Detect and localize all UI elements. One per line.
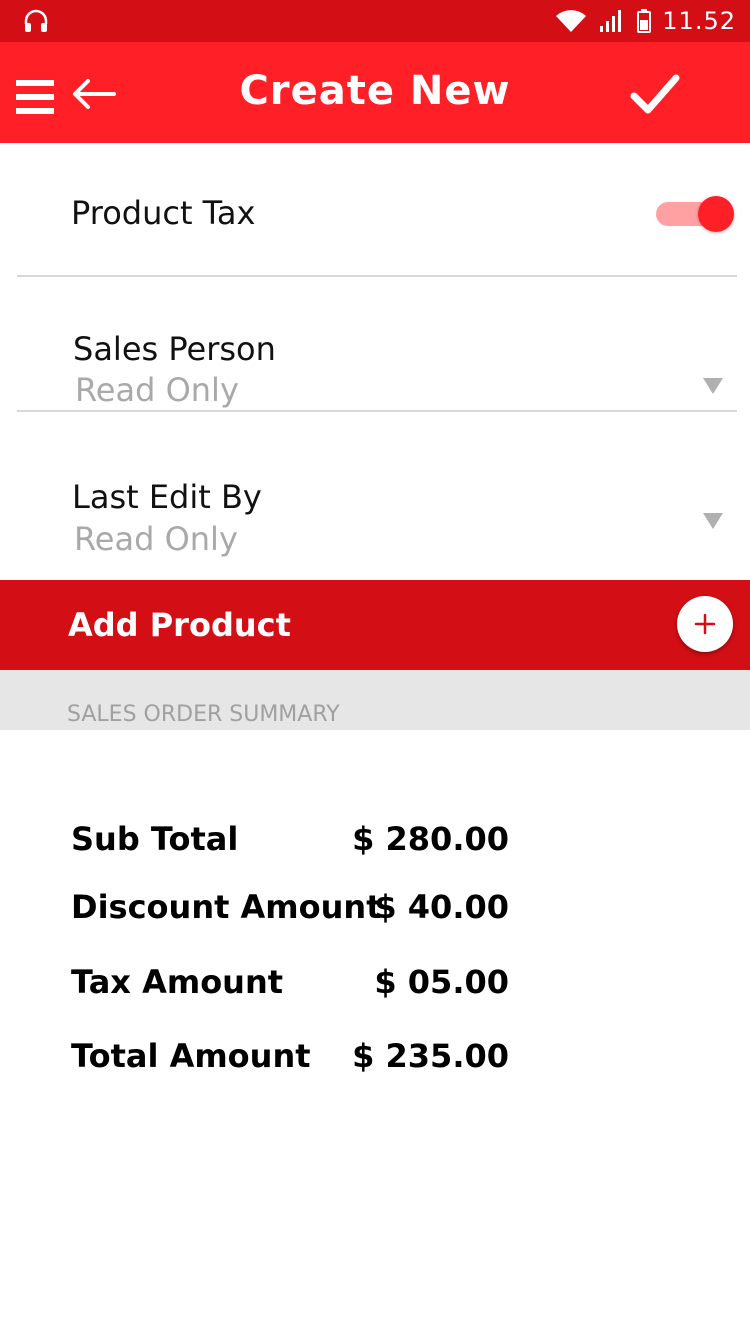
last-edit-by-label: Last Edit By [72,478,262,516]
last-edit-by-value[interactable]: Read Only [74,520,238,558]
divider [17,410,737,412]
status-bar: 11.52 [0,0,750,42]
summary-header: SALES ORDER SUMMARY [0,670,750,730]
sub-total-label: Sub Total [71,820,239,858]
dropdown-arrow-icon[interactable] [702,512,724,530]
total-amount-label: Total Amount [71,1037,311,1075]
product-tax-label: Product Tax [71,194,256,232]
toggle-thumb [698,196,734,232]
sub-total-value: $ 280.00 [352,820,509,858]
product-tax-toggle[interactable] [656,196,734,232]
sales-person-label: Sales Person [73,330,276,368]
add-product-label: Add Product [68,606,291,644]
discount-amount-value: $ 40.00 [374,888,509,926]
add-product-button[interactable] [677,596,733,652]
status-time: 11.52 [662,7,736,35]
dropdown-arrow-icon[interactable] [702,377,724,395]
discount-amount-label: Discount Amount [71,888,382,926]
check-icon[interactable] [630,72,680,116]
summary-header-text: SALES ORDER SUMMARY [67,702,340,727]
add-product-bar: Add Product [0,580,750,670]
wifi-icon [556,10,587,32]
app-toolbar: Create New [0,42,750,143]
divider [17,275,737,277]
tax-amount-value: $ 05.00 [374,963,509,1001]
tax-amount-label: Tax Amount [71,963,284,1001]
plus-icon [694,613,716,635]
headset-icon [24,9,48,32]
signal-icon [600,10,622,32]
sales-person-value[interactable]: Read Only [75,371,239,409]
battery-icon [637,9,652,33]
total-amount-value: $ 235.00 [352,1037,509,1075]
